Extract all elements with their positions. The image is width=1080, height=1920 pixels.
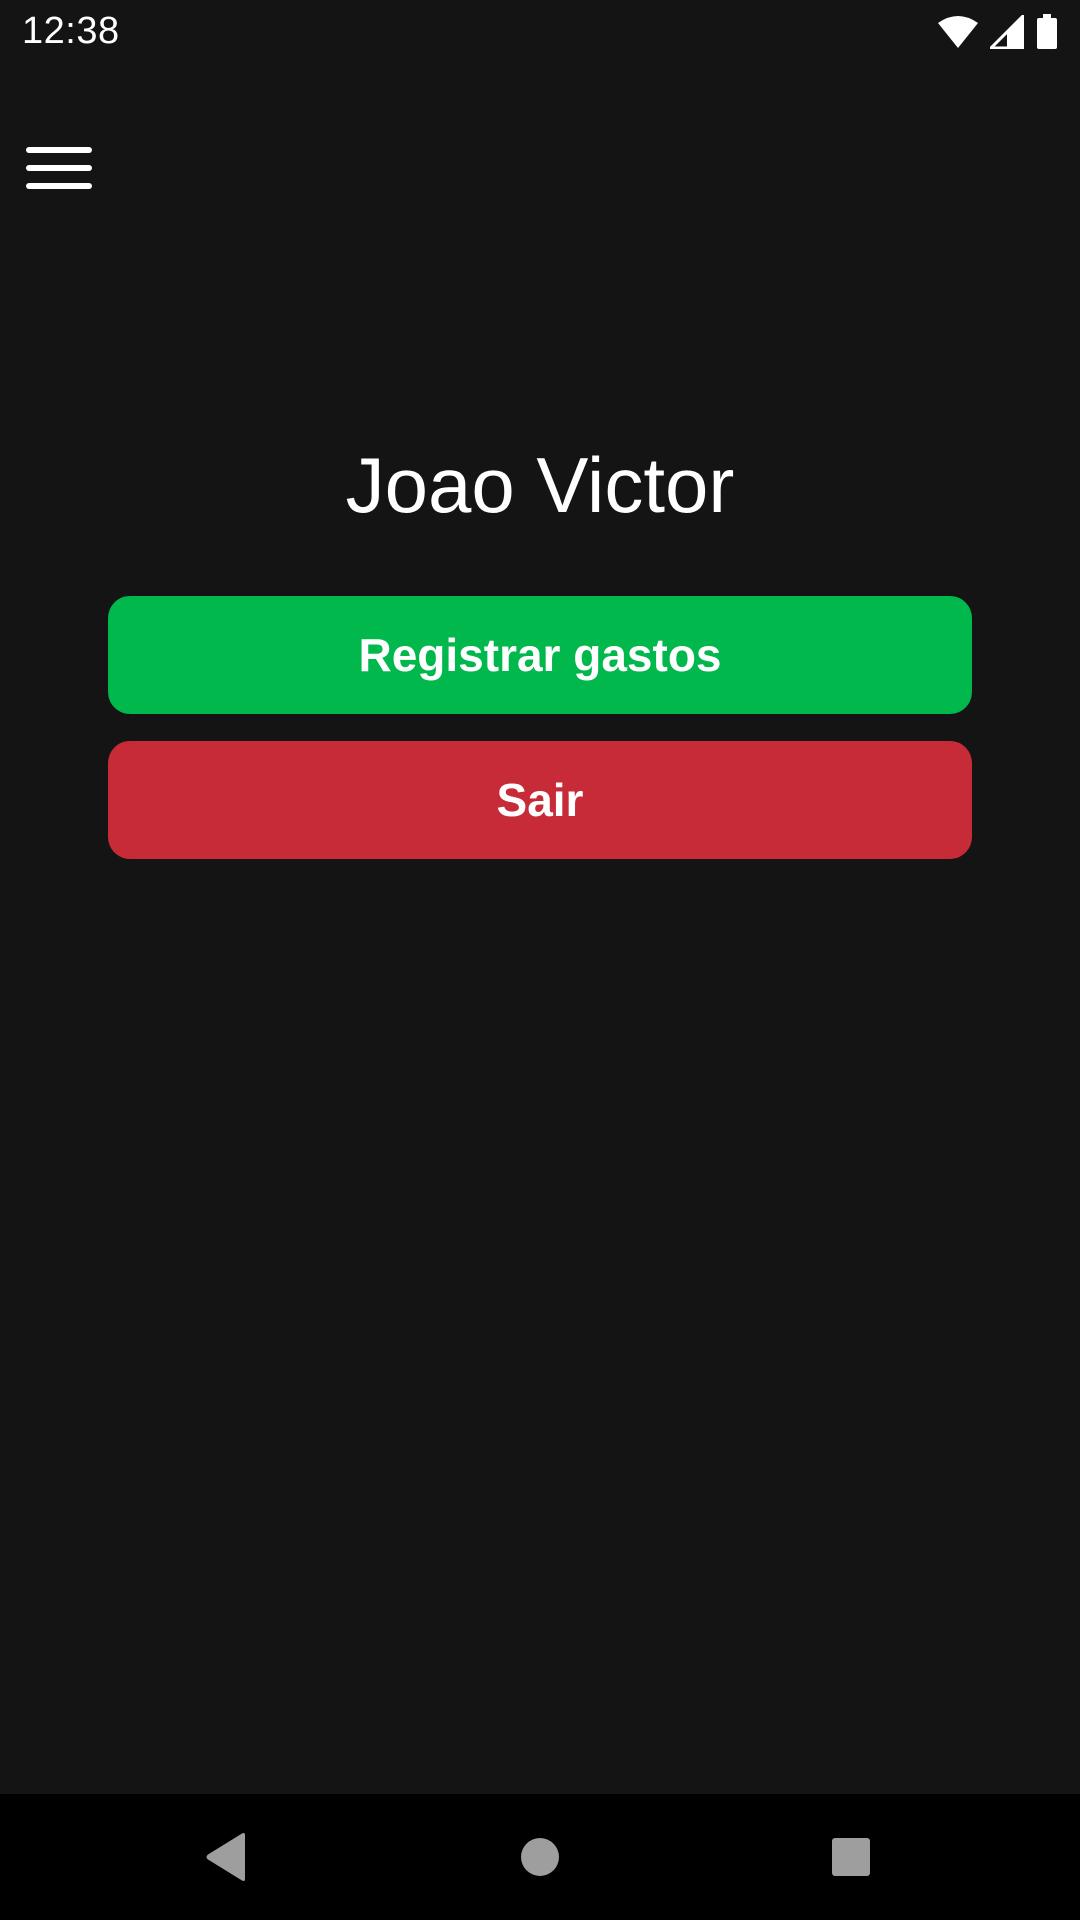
app-screen: 12:38 Joao Victor Registrar gastos Sair — [0, 0, 1080, 1920]
home-icon[interactable] — [470, 1794, 610, 1920]
battery-icon — [1036, 14, 1058, 50]
menu-line — [26, 183, 92, 189]
back-icon[interactable] — [156, 1794, 296, 1920]
system-nav-bar — [0, 1794, 1080, 1920]
wifi-icon — [938, 15, 978, 49]
user-name: Joao Victor — [345, 441, 735, 529]
menu-line — [26, 165, 92, 171]
recents-icon[interactable] — [781, 1794, 921, 1920]
hamburger-menu-icon[interactable] — [26, 142, 94, 196]
exit-button[interactable]: Sair — [108, 741, 972, 859]
cellular-signal-icon — [990, 15, 1024, 49]
status-time: 12:38 — [22, 10, 120, 52]
register-expenses-label: Registrar gastos — [358, 629, 722, 681]
status-bar: 12:38 — [0, 0, 1080, 64]
status-icons — [938, 14, 1058, 50]
register-expenses-button[interactable]: Registrar gastos — [108, 596, 972, 714]
exit-label: Sair — [496, 774, 584, 826]
menu-line — [26, 147, 92, 153]
